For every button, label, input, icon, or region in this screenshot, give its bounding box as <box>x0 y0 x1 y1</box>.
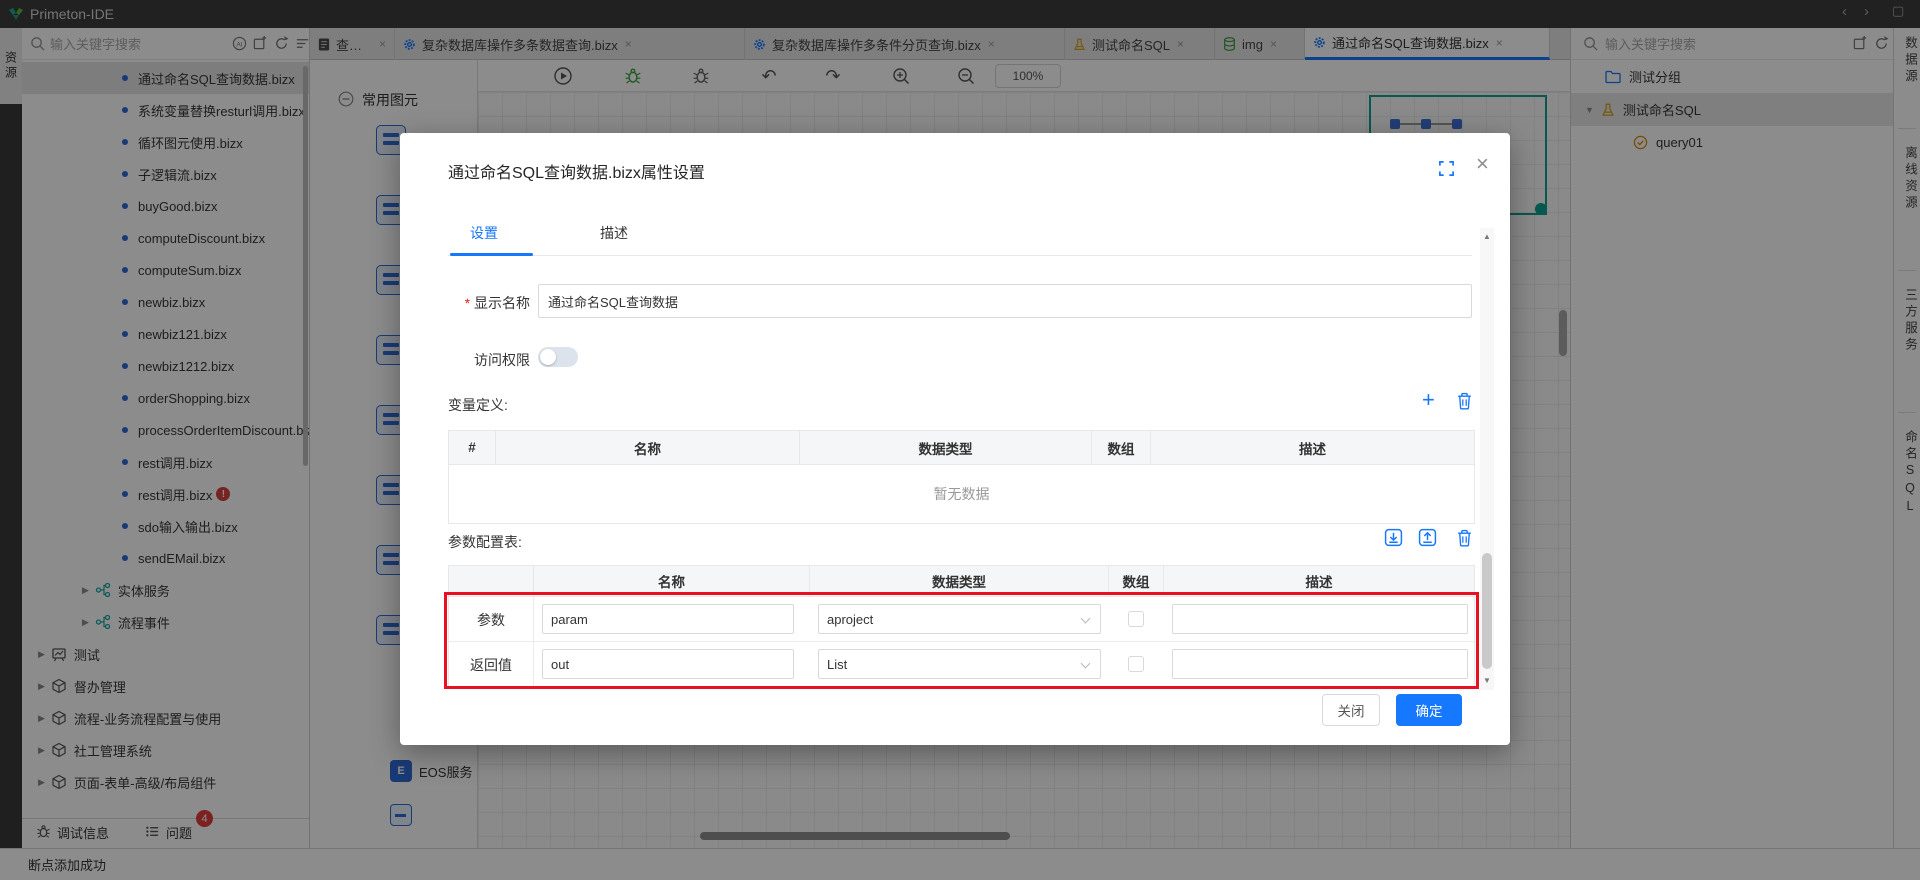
delete-param-icon[interactable] <box>1456 529 1473 550</box>
empty-state: 暂无数据 <box>449 465 1474 523</box>
params-section-label: 参数配置表: <box>448 532 522 552</box>
chevron-down-icon <box>1081 614 1091 624</box>
scroll-thumb[interactable] <box>1482 553 1492 669</box>
import-icon[interactable] <box>1384 528 1403 550</box>
display-name-label: 显示名称 <box>400 293 530 313</box>
param-name-input[interactable] <box>542 604 794 634</box>
return-type-select[interactable]: List <box>818 649 1101 679</box>
export-icon[interactable] <box>1418 528 1437 550</box>
table-header-row: # 名称 数据类型 数组 描述 <box>449 431 1474 465</box>
scroll-down-icon[interactable]: ▼ <box>1483 676 1491 685</box>
dialog-title: 通过命名SQL查询数据.bizx属性设置 <box>448 159 705 183</box>
table-header-row: 名称 数据类型 数组 描述 <box>449 566 1474 597</box>
return-name-input[interactable] <box>542 649 794 679</box>
param-desc-input[interactable] <box>1172 604 1468 634</box>
close-button[interactable]: 关闭 <box>1322 694 1380 726</box>
access-label: 访问权限 <box>400 350 530 370</box>
param-type-select[interactable]: aproject <box>818 604 1101 634</box>
scroll-up-icon[interactable]: ▲ <box>1483 232 1491 241</box>
app-window: Primeton-IDE ‹ › ▢ 资源 AI <box>0 0 1920 880</box>
access-toggle[interactable] <box>538 347 578 367</box>
properties-dialog: 通过命名SQL查询数据.bizx属性设置 × 设置 描述 显示名称 访问权限 变… <box>400 133 1510 745</box>
divider <box>448 255 1472 256</box>
variables-table: # 名称 数据类型 数组 描述 暂无数据 <box>448 430 1475 524</box>
dialog-tab-description[interactable]: 描述 <box>600 223 628 243</box>
param-row: 参数 aproject <box>449 597 1474 642</box>
return-array-checkbox[interactable] <box>1128 656 1144 672</box>
dialog-scrollbar[interactable]: ▲ ▼ <box>1480 228 1494 690</box>
param-row: 返回值 List <box>449 642 1474 687</box>
dialog-tab-settings[interactable]: 设置 <box>470 223 498 243</box>
variables-section-label: 变量定义: <box>448 395 508 415</box>
active-tab-indicator <box>450 253 533 256</box>
return-desc-input[interactable] <box>1172 649 1468 679</box>
display-name-input[interactable] <box>538 284 1472 318</box>
chevron-down-icon <box>1081 659 1091 669</box>
param-array-checkbox[interactable] <box>1128 611 1144 627</box>
params-table: 名称 数据类型 数组 描述 参数 aproject 返回值 List <box>448 565 1475 688</box>
close-icon[interactable]: × <box>1476 151 1489 177</box>
confirm-button[interactable]: 确定 <box>1396 694 1462 726</box>
delete-variable-icon[interactable] <box>1456 392 1473 413</box>
add-variable-icon[interactable]: + <box>1422 387 1435 413</box>
fullscreen-icon[interactable] <box>1438 160 1455 180</box>
